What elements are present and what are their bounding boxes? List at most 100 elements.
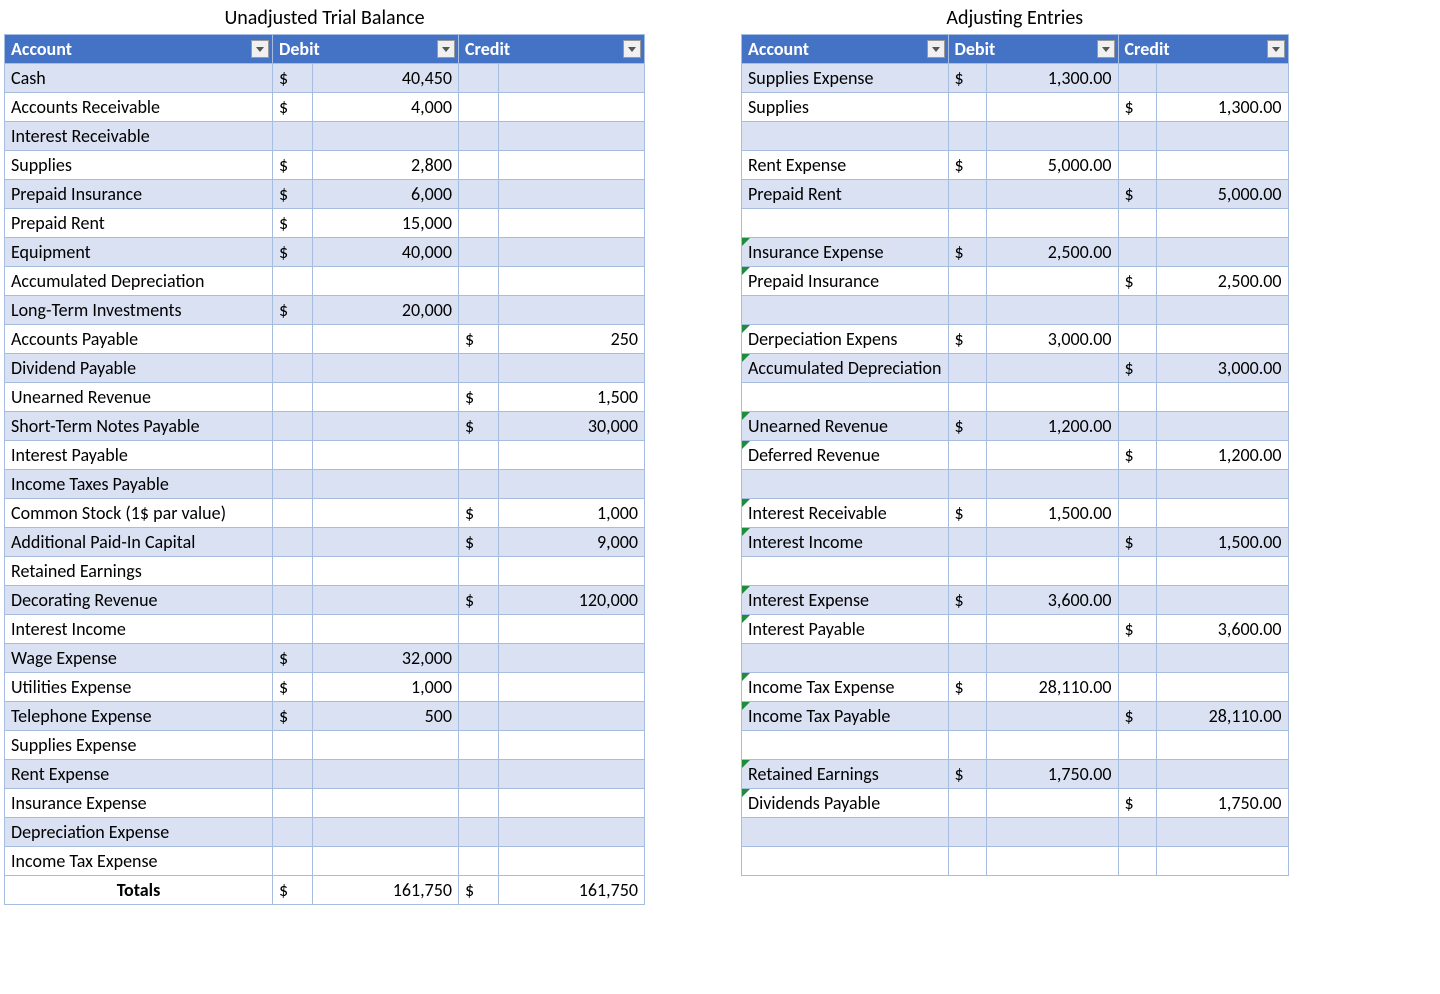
cell-account[interactable]: Accumulated Depreciation [742, 354, 949, 383]
cell-debit[interactable] [986, 818, 1118, 847]
currency-symbol[interactable]: $ [273, 238, 313, 267]
currency-symbol[interactable] [948, 528, 986, 557]
currency-symbol[interactable] [459, 673, 499, 702]
currency-symbol[interactable] [1118, 122, 1156, 151]
currency-symbol[interactable] [273, 354, 313, 383]
currency-symbol[interactable]: $ [459, 412, 499, 441]
cell-credit[interactable]: 1,200.00 [1156, 441, 1288, 470]
currency-symbol[interactable] [1118, 499, 1156, 528]
cell-account[interactable]: Additional Paid-In Capital [5, 528, 273, 557]
currency-symbol[interactable]: $ [273, 296, 313, 325]
cell-credit[interactable] [499, 702, 645, 731]
currency-symbol[interactable] [273, 847, 313, 876]
currency-symbol[interactable] [1118, 64, 1156, 93]
cell-account[interactable] [742, 296, 949, 325]
cell-debit[interactable] [313, 818, 459, 847]
cell-debit[interactable] [313, 789, 459, 818]
currency-symbol[interactable] [459, 470, 499, 499]
col-credit[interactable]: Credit [459, 35, 645, 64]
cell-debit[interactable]: 6,000 [313, 180, 459, 209]
currency-symbol[interactable]: $ [948, 64, 986, 93]
cell-debit[interactable] [313, 325, 459, 354]
currency-symbol[interactable]: $ [459, 383, 499, 412]
cell-account[interactable]: Supplies [5, 151, 273, 180]
currency-symbol[interactable]: $ [1118, 441, 1156, 470]
currency-symbol[interactable]: $ [459, 325, 499, 354]
cell-credit[interactable]: 1,500 [499, 383, 645, 412]
cell-account[interactable]: Dividend Payable [5, 354, 273, 383]
currency-symbol[interactable]: $ [1118, 180, 1156, 209]
cell-credit[interactable] [499, 615, 645, 644]
cell-debit[interactable] [986, 470, 1118, 499]
currency-symbol[interactable]: $ [273, 151, 313, 180]
cell-debit[interactable] [986, 731, 1118, 760]
currency-symbol[interactable] [459, 267, 499, 296]
cell-debit[interactable]: 1,750.00 [986, 760, 1118, 789]
cell-debit[interactable]: 500 [313, 702, 459, 731]
cell-credit[interactable]: 5,000.00 [1156, 180, 1288, 209]
cell-credit[interactable] [499, 673, 645, 702]
cell-credit[interactable] [1156, 383, 1288, 412]
cell-credit[interactable] [1156, 64, 1288, 93]
currency-symbol[interactable]: $ [273, 64, 313, 93]
currency-symbol[interactable]: $ [273, 644, 313, 673]
cell-debit[interactable] [313, 557, 459, 586]
currency-symbol[interactable] [948, 267, 986, 296]
cell-account[interactable]: Telephone Expense [5, 702, 273, 731]
currency-symbol[interactable] [459, 557, 499, 586]
currency-symbol[interactable]: $ [948, 760, 986, 789]
cell-account[interactable]: Insurance Expense [742, 238, 949, 267]
currency-symbol[interactable] [948, 731, 986, 760]
cell-credit[interactable]: 250 [499, 325, 645, 354]
cell-credit[interactable]: 1,300.00 [1156, 93, 1288, 122]
cell-account[interactable] [742, 122, 949, 151]
currency-symbol[interactable] [948, 789, 986, 818]
cell-credit[interactable] [499, 296, 645, 325]
cell-account[interactable]: Prepaid Rent [742, 180, 949, 209]
totals-debit[interactable]: 161,750 [313, 876, 459, 905]
currency-symbol[interactable]: $ [459, 586, 499, 615]
cell-credit[interactable] [1156, 296, 1288, 325]
cell-account[interactable]: Accounts Receivable [5, 93, 273, 122]
cell-account[interactable] [742, 557, 949, 586]
filter-icon[interactable] [251, 40, 269, 58]
currency-symbol[interactable] [1118, 731, 1156, 760]
currency-symbol[interactable] [948, 296, 986, 325]
currency-symbol[interactable] [459, 615, 499, 644]
cell-debit[interactable]: 1,200.00 [986, 412, 1118, 441]
cell-credit[interactable] [1156, 818, 1288, 847]
currency-symbol[interactable]: $ [1118, 789, 1156, 818]
currency-symbol[interactable] [273, 470, 313, 499]
currency-symbol[interactable] [273, 818, 313, 847]
currency-symbol[interactable]: $ [459, 528, 499, 557]
cell-account[interactable]: Interest Receivable [742, 499, 949, 528]
currency-symbol[interactable] [948, 93, 986, 122]
cell-debit[interactable]: 28,110.00 [986, 673, 1118, 702]
cell-credit[interactable] [499, 441, 645, 470]
cell-account[interactable]: Wage Expense [5, 644, 273, 673]
cell-account[interactable]: Income Taxes Payable [5, 470, 273, 499]
currency-symbol[interactable]: $ [459, 876, 499, 905]
currency-symbol[interactable] [459, 441, 499, 470]
cell-credit[interactable] [499, 180, 645, 209]
cell-credit[interactable] [499, 151, 645, 180]
currency-symbol[interactable]: $ [948, 151, 986, 180]
currency-symbol[interactable] [1118, 383, 1156, 412]
cell-debit[interactable] [986, 296, 1118, 325]
cell-credit[interactable] [1156, 470, 1288, 499]
cell-debit[interactable] [986, 267, 1118, 296]
currency-symbol[interactable] [948, 557, 986, 586]
currency-symbol[interactable] [273, 615, 313, 644]
col-account[interactable]: Account [5, 35, 273, 64]
filter-icon[interactable] [437, 40, 455, 58]
currency-symbol[interactable] [273, 325, 313, 354]
currency-symbol[interactable] [1118, 296, 1156, 325]
cell-credit[interactable] [499, 470, 645, 499]
cell-account[interactable]: Rent Expense [742, 151, 949, 180]
cell-account[interactable]: Cash [5, 64, 273, 93]
cell-account[interactable] [742, 847, 949, 876]
cell-account[interactable] [742, 731, 949, 760]
cell-debit[interactable] [313, 615, 459, 644]
cell-account[interactable]: Supplies [742, 93, 949, 122]
currency-symbol[interactable]: $ [273, 702, 313, 731]
